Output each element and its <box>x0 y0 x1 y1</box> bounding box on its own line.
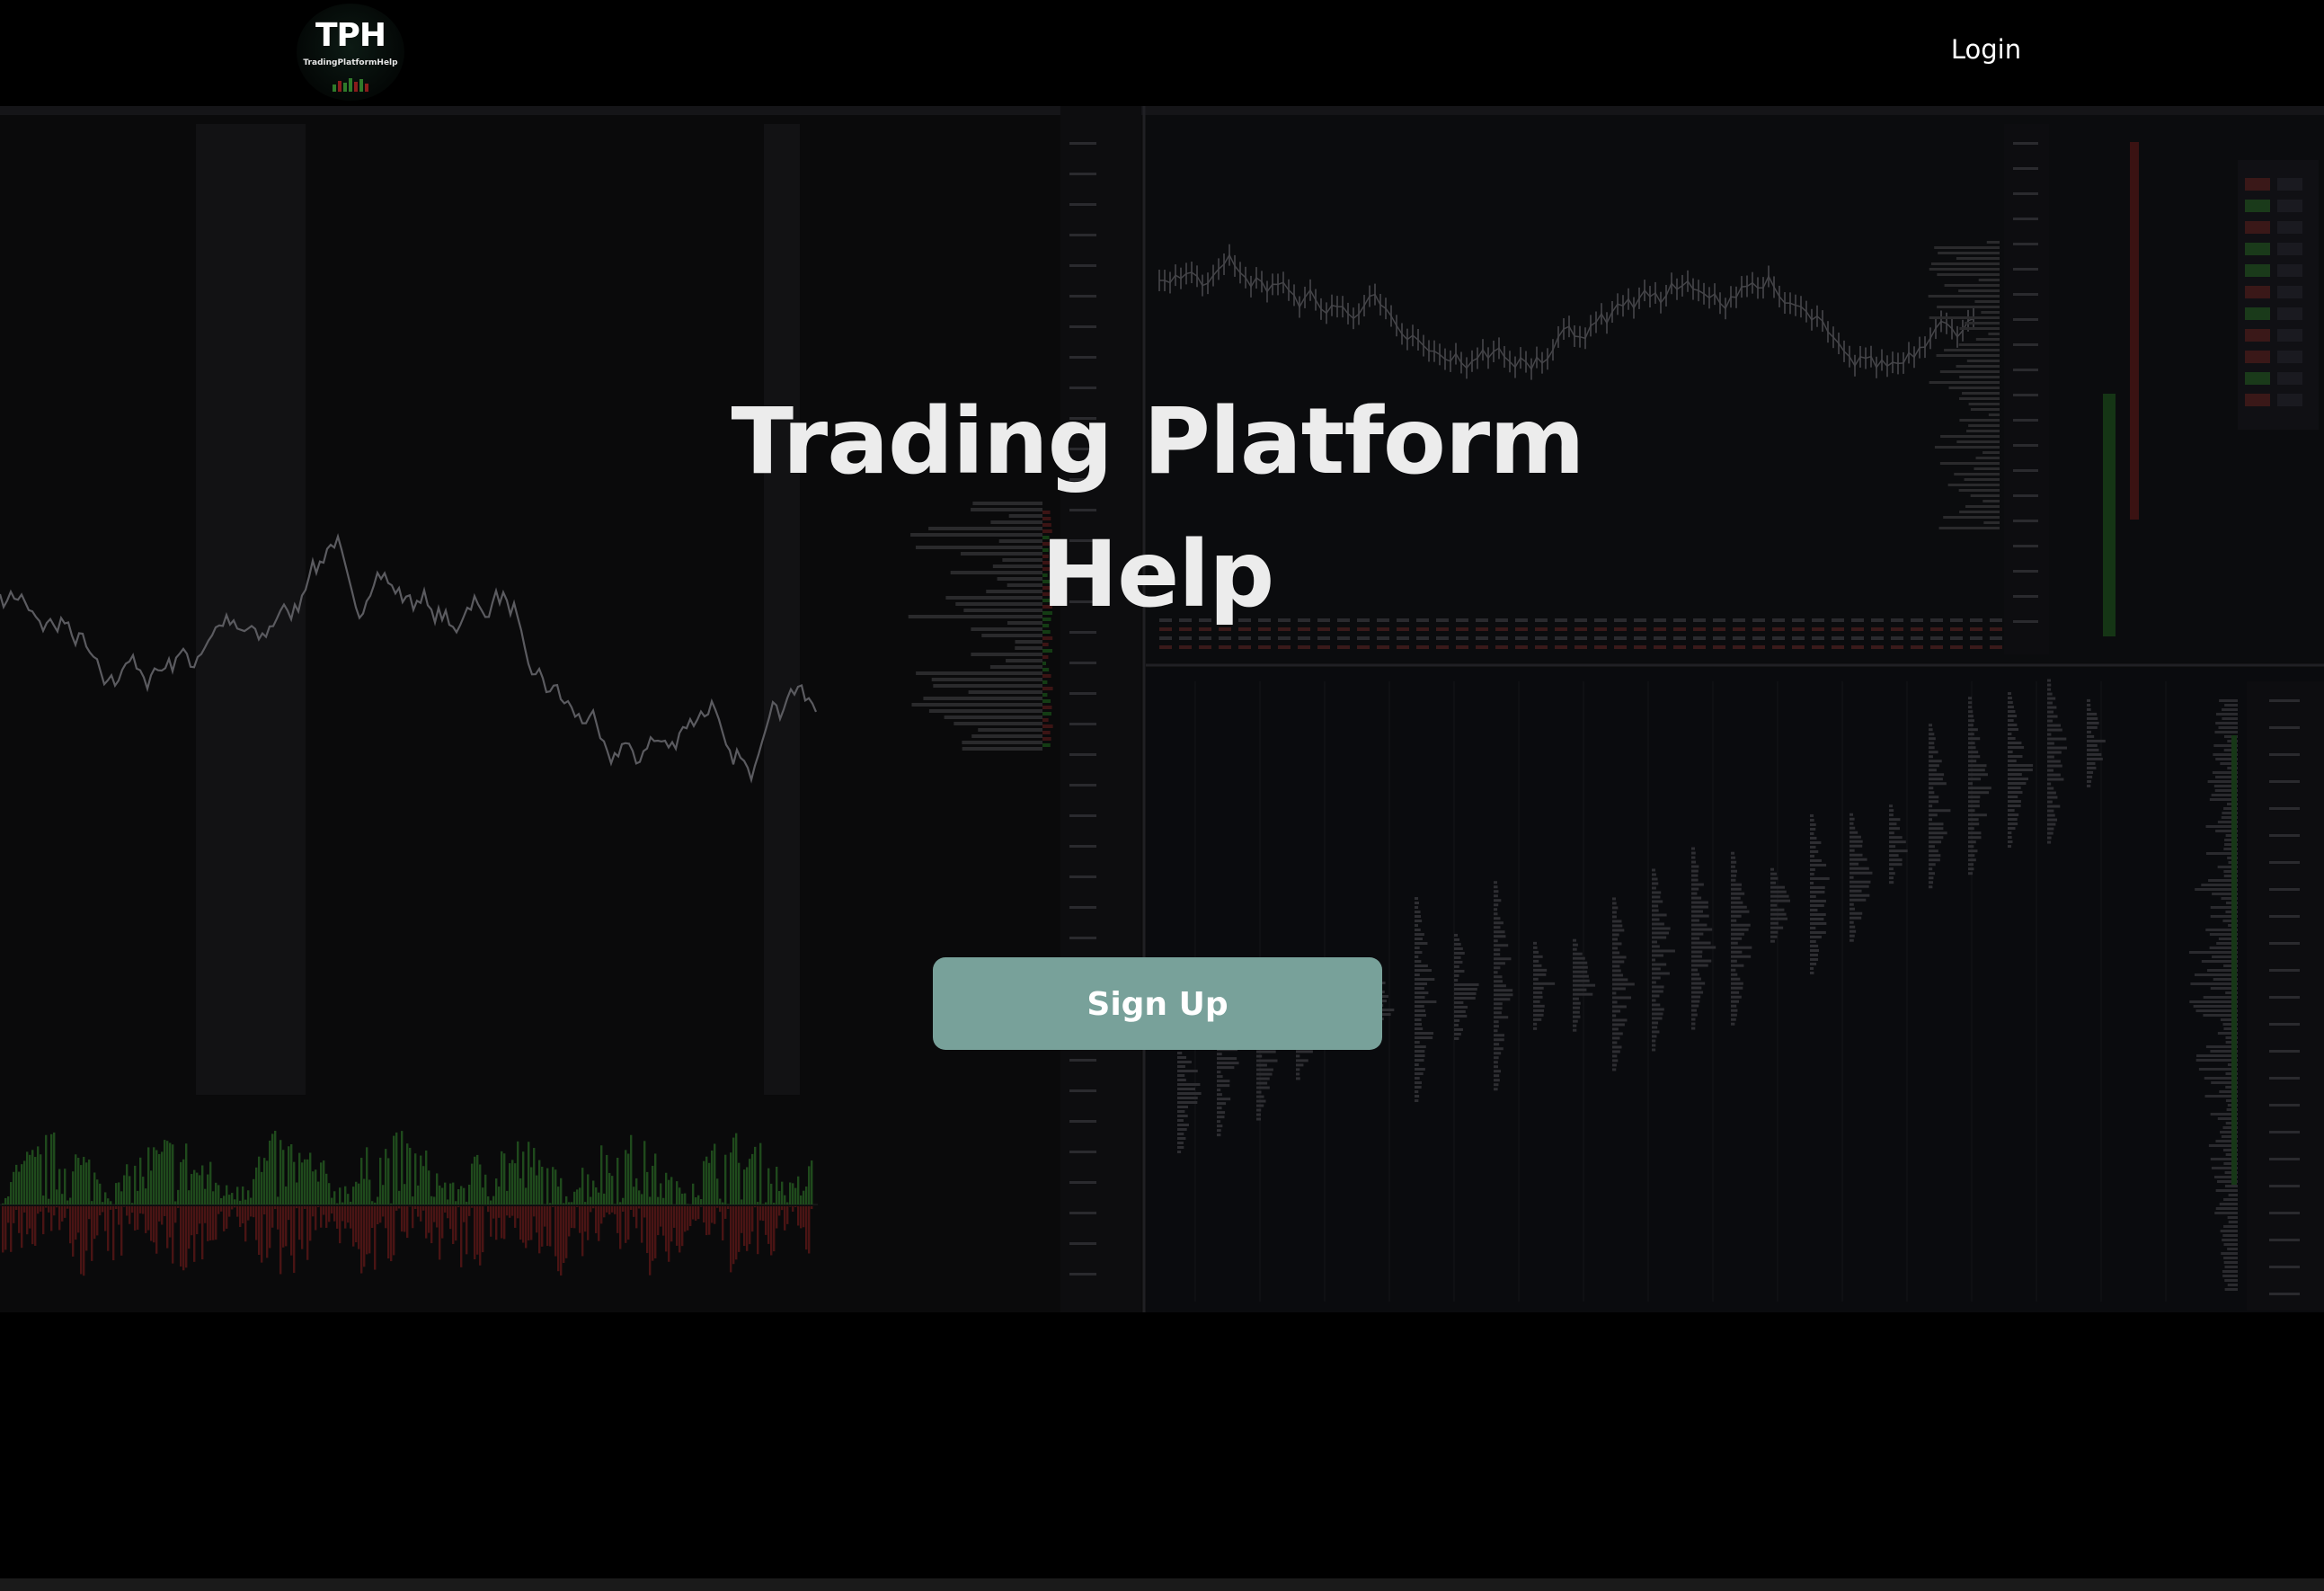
hero-title: Trading Platform Help <box>731 388 1585 628</box>
logo-subtext: TradingPlatformHelp <box>303 58 398 67</box>
sign-up-button[interactable]: Sign Up <box>933 957 1382 1050</box>
login-link[interactable]: Login <box>1932 27 2040 72</box>
logo-chart-icon <box>333 78 368 92</box>
background-trading-screenshot <box>0 106 2324 1312</box>
landing-page: TPH TradingPlatformHelp Login Trading Pl… <box>0 0 2324 1591</box>
logo-text: TPH <box>315 17 386 54</box>
site-header: TPH TradingPlatformHelp Login <box>0 0 2324 106</box>
page-bottom-edge <box>0 1578 2324 1591</box>
site-logo[interactable]: TPH TradingPlatformHelp <box>297 4 404 101</box>
